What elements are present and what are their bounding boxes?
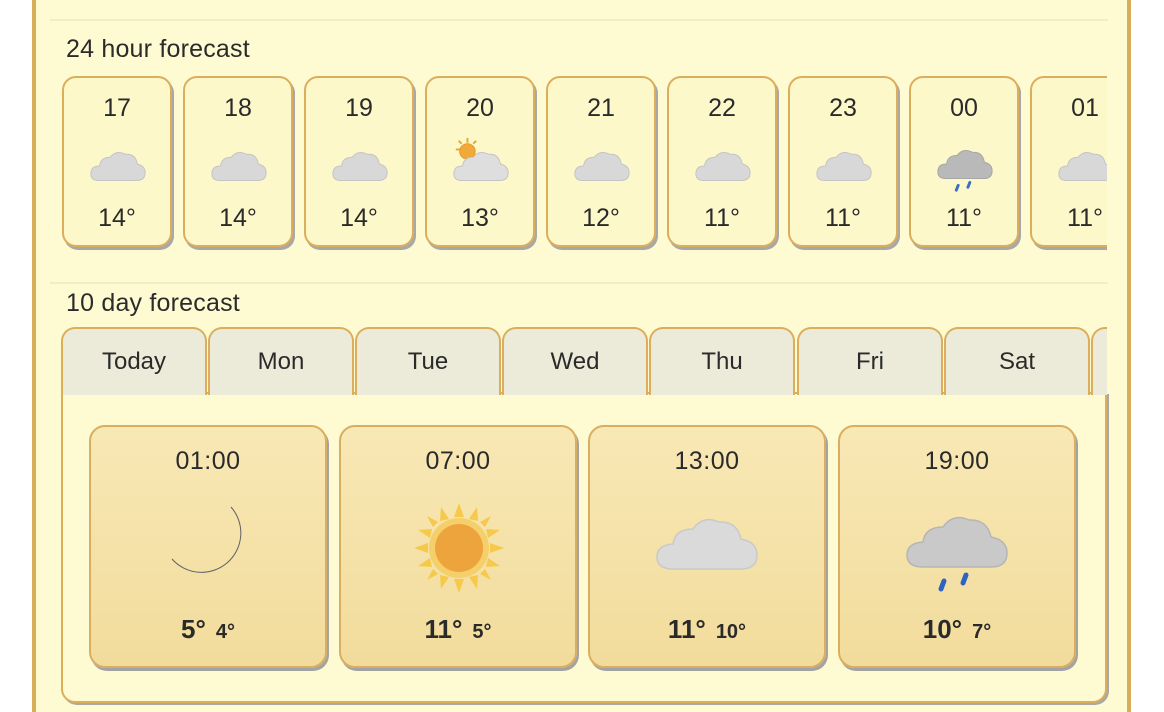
cloud-icon <box>692 134 754 196</box>
period-time: 01:00 <box>175 447 241 475</box>
tab-tue[interactable]: Tue <box>355 327 501 395</box>
cloud-icon <box>813 134 875 196</box>
period-time: 13:00 <box>674 447 740 475</box>
hour-time: 19 <box>345 94 373 122</box>
cloud-icon <box>208 134 270 196</box>
cloud-icon <box>571 134 633 196</box>
sun-icon <box>402 491 516 605</box>
cloud-icon <box>1055 134 1107 196</box>
period-card: 07:00 11° 5° <box>339 425 577 668</box>
tab-today[interactable]: Today <box>61 327 207 395</box>
hour-temp: 14° <box>98 204 136 232</box>
period-card: 19:00 10° 7° <box>838 425 1076 668</box>
period-card: 13:00 11° 10° <box>588 425 826 668</box>
period-time: 19:00 <box>924 447 990 475</box>
divider <box>50 19 1108 21</box>
hour-card[interactable]: 18 14° <box>183 76 293 247</box>
hour-time: 18 <box>224 94 252 122</box>
hourly-forecast-title: 24 hour forecast <box>66 35 250 63</box>
moon-icon <box>152 491 266 605</box>
hour-time: 17 <box>103 94 131 122</box>
hour-time: 21 <box>587 94 615 122</box>
hour-card[interactable]: 23 11° <box>788 76 898 247</box>
tab-next[interactable] <box>1091 327 1107 395</box>
rain-cloud-icon <box>934 134 996 196</box>
hour-temp: 14° <box>219 204 257 232</box>
period-low-temp: 4° <box>215 621 235 643</box>
tab-mon[interactable]: Mon <box>208 327 354 395</box>
hour-card[interactable]: 21 12° <box>546 76 656 247</box>
hour-card[interactable]: 20 13° <box>425 76 535 247</box>
day-tabs[interactable]: Today Mon Tue Wed Thu Fri Sat <box>60 327 1107 395</box>
hourly-strip[interactable]: 17 14° 18 14° 19 14° 20 13° 21 12° 22 11… <box>60 76 1107 252</box>
hour-time: 20 <box>466 94 494 122</box>
hour-time: 23 <box>829 94 857 122</box>
divider <box>50 282 1108 284</box>
hour-temp: 11° <box>704 204 740 232</box>
period-low-temp: 7° <box>972 621 992 643</box>
period-high-temp: 11° <box>424 614 463 644</box>
hour-temp: 12° <box>582 204 620 232</box>
hour-time: 22 <box>708 94 736 122</box>
tab-fri[interactable]: Fri <box>797 327 943 395</box>
hour-time: 00 <box>950 94 978 122</box>
period-high-temp: 10° <box>922 614 963 644</box>
hour-temp: 11° <box>946 204 982 232</box>
cloud-icon <box>329 134 391 196</box>
hour-card[interactable]: 22 11° <box>667 76 777 247</box>
cloud-icon <box>87 134 149 196</box>
hour-card[interactable]: 00 11° <box>909 76 1019 247</box>
period-low-temp: 10° <box>715 621 747 643</box>
tab-sat[interactable]: Sat <box>944 327 1090 395</box>
hour-temp: 13° <box>461 204 499 232</box>
hour-card[interactable]: 01 11° <box>1030 76 1107 247</box>
rain-cloud-icon <box>901 491 1015 605</box>
tab-wed[interactable]: Wed <box>502 327 648 395</box>
hour-temp: 11° <box>825 204 861 232</box>
hour-temp: 14° <box>340 204 378 232</box>
sun-behind-cloud-icon <box>450 134 512 196</box>
period-low-temp: 5° <box>472 621 492 643</box>
period-high-temp: 5° <box>181 614 206 644</box>
period-card: 01:00 5° 4° <box>89 425 327 668</box>
cloud-icon <box>651 491 765 605</box>
hour-card[interactable]: 17 14° <box>62 76 172 247</box>
hour-card[interactable]: 19 14° <box>304 76 414 247</box>
period-high-temp: 11° <box>667 614 706 644</box>
daily-forecast-title: 10 day forecast <box>66 289 240 317</box>
hour-temp: 11° <box>1067 204 1103 232</box>
period-time: 07:00 <box>425 447 491 475</box>
hour-time: 01 <box>1071 94 1099 122</box>
tab-thu[interactable]: Thu <box>649 327 795 395</box>
